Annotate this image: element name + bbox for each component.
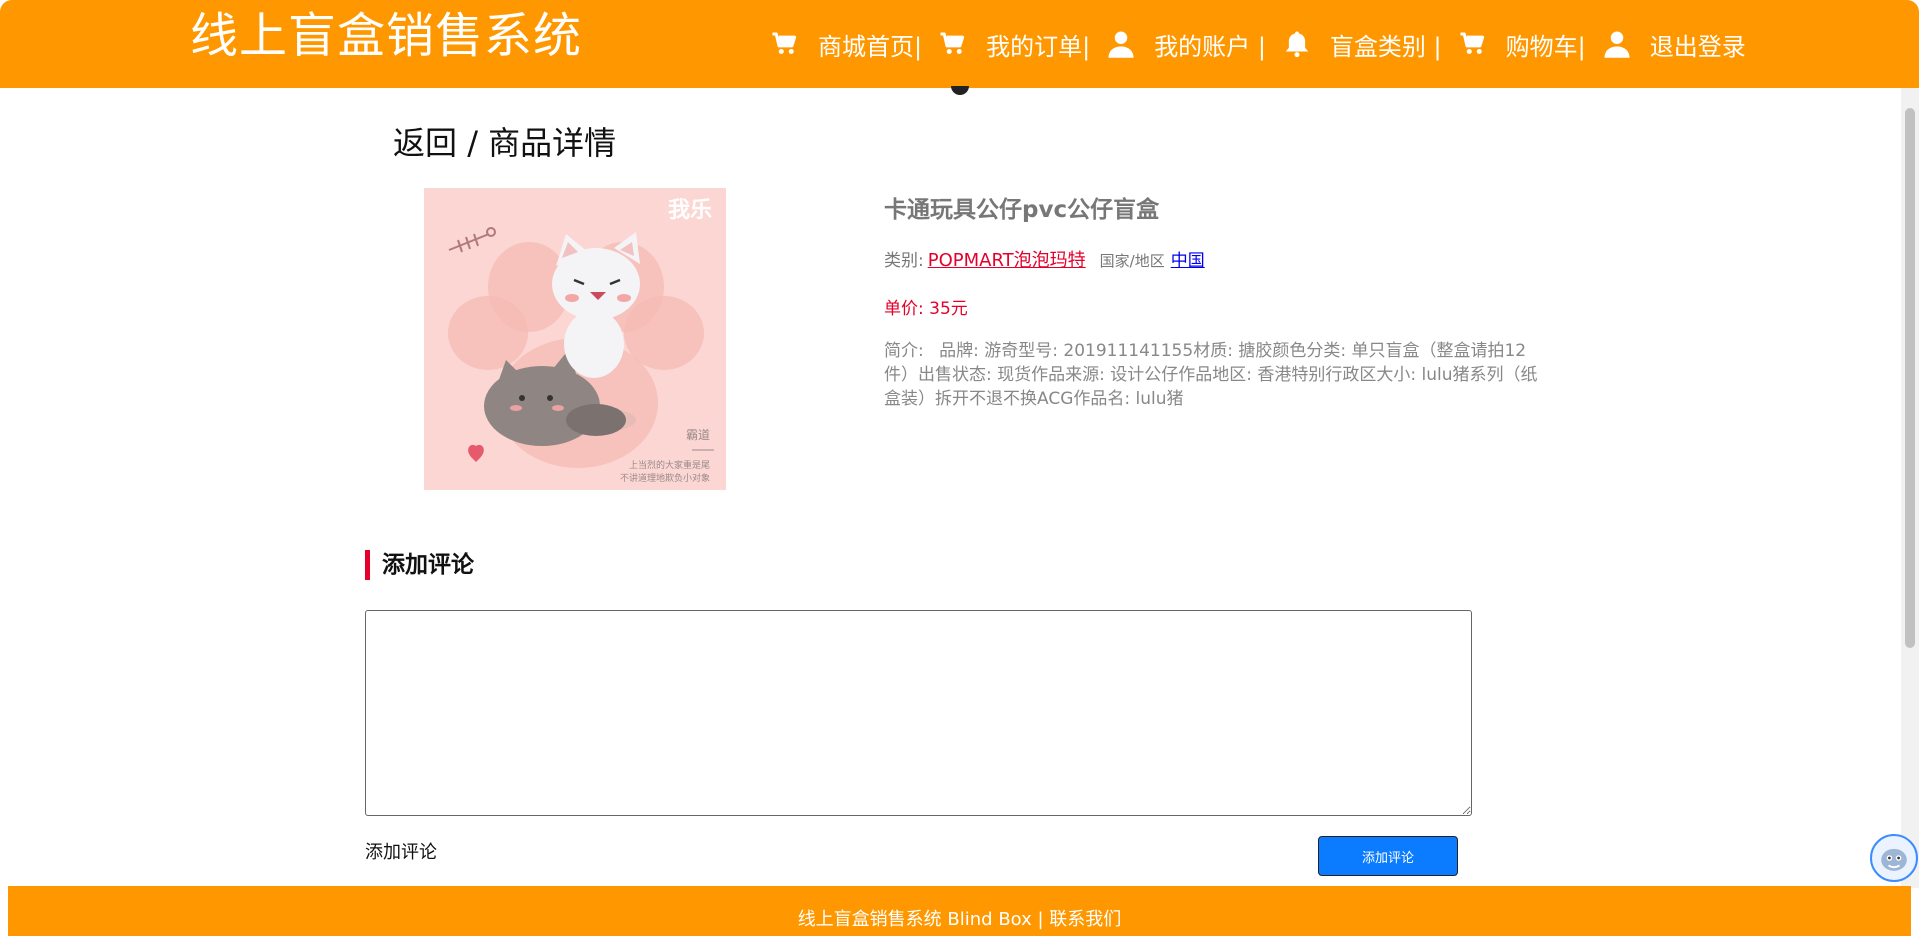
description-label: 简介: [884, 341, 924, 361]
page-scrollbar[interactable] [1901, 88, 1919, 888]
nav-cart-label: 购物车| [1505, 32, 1586, 61]
toy-figure-illustration [448, 227, 714, 462]
site-title: 线上盲盒销售系统 [190, 8, 583, 64]
price-value: 35元 [929, 299, 968, 319]
price-label: 单价: [884, 299, 924, 319]
user-icon [1106, 29, 1136, 59]
nav-home-label: 商城首页| [818, 32, 923, 61]
nav-home[interactable]: 商城首页| [770, 27, 922, 62]
region-link[interactable]: 中国 [1171, 246, 1205, 271]
category-label: 类别: [884, 251, 924, 271]
breadcrumb-current: 商品详情 [488, 124, 617, 162]
cart-icon [938, 29, 968, 59]
header-notch [951, 86, 969, 95]
product-description: 简介: 品牌: 游奇型号: 201911141155材质: 搪胶颜色分类: 单只… [884, 339, 1544, 411]
bell-icon [1282, 29, 1312, 59]
contact-us-link[interactable]: 联系我们 [1049, 909, 1121, 930]
breadcrumb: 返回 / 商品详情 [393, 118, 616, 164]
price-row: 单价: 35元 [884, 294, 1544, 319]
category-row: 类别: POPMART泡泡玛特 国家/地区 中国 [884, 246, 1544, 272]
product-details: 卡通玩具公仔pvc公仔盲盒 类别: POPMART泡泡玛特 国家/地区 中国 单… [884, 190, 1544, 411]
main-nav: 商城首页| 我的订单| 我的账户 | 盲盒类别 | 购物车| 退出登录 [770, 24, 1762, 64]
scrollbar-thumb[interactable] [1905, 108, 1915, 648]
region-label: 国家/地区 [1099, 252, 1165, 270]
image-caption-line2: 不讲道理地欺负小对象 [620, 474, 711, 484]
nav-cart[interactable]: 购物车| [1458, 27, 1586, 62]
nav-logout[interactable]: 退出登录 [1602, 27, 1746, 62]
nav-categories[interactable]: 盲盒类别 | [1282, 27, 1442, 62]
image-logo-text: 我乐 [668, 198, 713, 223]
product-image: 我乐 霸道 上当烈的大家重是尾 不讲道理地欺负小对象 [424, 188, 726, 490]
description-text: 品牌: 游奇型号: 201911141155材质: 搪胶颜色分类: 单只盲盒（整… [884, 341, 1538, 409]
nav-my-orders[interactable]: 我的订单| [938, 27, 1090, 62]
nav-logout-label: 退出登录 [1649, 32, 1746, 61]
cart-icon [770, 29, 800, 59]
category-link[interactable]: POPMART泡泡玛特 [928, 246, 1086, 272]
add-comment-button[interactable]: 添加评论 [1318, 836, 1458, 876]
image-caption-line1: 上当烈的大家重是尾 [629, 461, 711, 471]
user-icon [1602, 29, 1632, 59]
chat-assistant-icon[interactable] [1870, 834, 1918, 882]
footer: 线上盲盒销售系统 Blind Box | 联系我们 [8, 886, 1911, 936]
comment-textarea[interactable] [365, 610, 1472, 816]
nav-my-orders-label: 我的订单| [986, 32, 1091, 61]
image-name-text: 霸道 [686, 428, 711, 442]
cart-icon [1458, 29, 1488, 59]
breadcrumb-separator: / [457, 124, 489, 162]
footer-text: 线上盲盒销售系统 Blind Box | [797, 909, 1050, 930]
back-link[interactable]: 返回 [393, 124, 457, 162]
nav-categories-label: 盲盒类别 | [1329, 32, 1442, 61]
comment-label: 添加评论 [365, 842, 437, 863]
nav-my-account-label: 我的账户 | [1154, 32, 1266, 61]
top-nav-bar: 线上盲盒销售系统 商城首页| 我的订单| 我的账户 | 盲盒类别 | 购物车| … [0, 0, 1919, 88]
add-comment-heading: 添加评论 [365, 550, 474, 580]
product-title: 卡通玩具公仔pvc公仔盲盒 [884, 197, 1160, 223]
nav-my-account[interactable]: 我的账户 | [1106, 27, 1266, 62]
